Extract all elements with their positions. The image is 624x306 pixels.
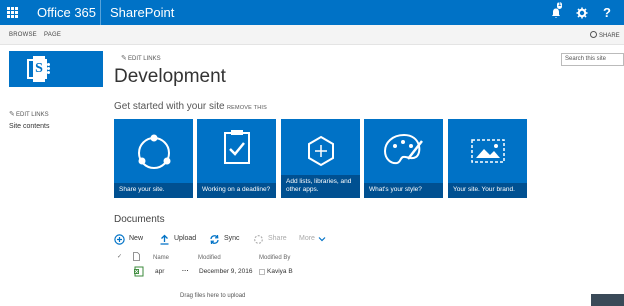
document-name-link[interactable]: apr	[155, 268, 164, 276]
suite-bar: Office 365 SharePoint 1 ?	[0, 0, 624, 25]
corner-overlay	[591, 294, 624, 306]
office365-brand[interactable]: Office 365	[37, 5, 96, 20]
tile-deadline[interactable]: Working on a deadline?	[197, 119, 276, 198]
more-label: More	[299, 235, 315, 242]
notification-badge: 1	[557, 2, 563, 9]
help-icon[interactable]: ?	[594, 0, 620, 25]
tile-add-apps[interactable]: Add lists, libraries, and other apps.	[281, 119, 360, 198]
plus-circle-icon	[114, 233, 125, 245]
modified-by-user[interactable]: Kaviya B	[267, 268, 293, 276]
sharepoint-logo-letter: S	[33, 56, 45, 82]
logo-dots	[47, 62, 53, 76]
column-header-name[interactable]: Name	[153, 254, 169, 262]
share-button[interactable]: SHARE	[590, 31, 620, 40]
ribbon-bar: BROWSE PAGE SHARE	[0, 25, 624, 45]
tile-brand[interactable]: Your site. Your brand.	[448, 119, 527, 198]
file-type-header-icon	[133, 252, 140, 264]
new-document-button[interactable]: New	[114, 233, 143, 245]
pencil-icon: ✎	[9, 111, 15, 118]
share-icon	[590, 31, 597, 38]
excel-file-icon	[134, 266, 144, 280]
left-nav-edit-links-label: EDIT LINKS	[16, 112, 49, 118]
tile-caption: Share your site.	[114, 183, 193, 198]
remove-this-link[interactable]: REMOVE THIS	[227, 105, 267, 112]
suite-bar-divider	[100, 0, 101, 25]
upload-label: Upload	[174, 235, 197, 242]
sidebar-item-site-contents[interactable]: Site contents	[9, 122, 49, 131]
modified-date: December 9, 2016	[199, 268, 253, 275]
drag-upload-hint: Drag files here to upload	[180, 293, 246, 299]
app-launcher-icon[interactable]	[0, 0, 24, 25]
sync-icon	[210, 234, 219, 244]
top-nav-edit-links[interactable]: ✎EDIT LINKS	[121, 55, 161, 63]
ellipsis-menu-icon[interactable]: ...	[182, 266, 189, 274]
tab-browse[interactable]: BROWSE	[9, 32, 37, 39]
search-input[interactable]: Search this site	[561, 53, 624, 66]
presence-indicator	[259, 269, 265, 278]
documents-title[interactable]: Documents	[114, 214, 165, 226]
share-document-button[interactable]: Share	[253, 233, 287, 245]
tile-caption: What's your style?	[364, 183, 443, 198]
bell-icon[interactable]: 1	[543, 0, 569, 25]
column-header-modified-by[interactable]: Modified By	[259, 254, 290, 262]
pencil-icon: ✎	[121, 55, 127, 62]
share-label: Share	[268, 235, 287, 242]
sync-label: Sync	[224, 235, 240, 242]
gear-icon[interactable]	[569, 0, 595, 25]
upload-icon	[160, 234, 169, 245]
top-nav-edit-links-label: EDIT LINKS	[128, 56, 161, 62]
share-icon	[254, 234, 263, 244]
tab-page[interactable]: PAGE	[44, 32, 61, 39]
tile-caption: Your site. Your brand.	[448, 183, 527, 198]
chevron-down-icon	[318, 237, 326, 242]
more-button[interactable]: More	[299, 233, 326, 245]
get-started-heading: Get started with your site	[114, 101, 225, 112]
sharepoint-app-name[interactable]: SharePoint	[110, 5, 174, 20]
page-title: Development	[114, 66, 226, 87]
tile-caption: Working on a deadline?	[197, 183, 276, 198]
share-label: SHARE	[599, 33, 620, 39]
select-all-check-icon[interactable]: ✓	[117, 253, 122, 261]
tile-share-site[interactable]: Share your site.	[114, 119, 193, 198]
left-nav-edit-links[interactable]: ✎EDIT LINKS	[9, 111, 49, 119]
column-header-modified[interactable]: Modified	[198, 254, 221, 262]
upload-button[interactable]: Upload	[159, 233, 196, 245]
new-label: New	[129, 235, 144, 242]
tile-style[interactable]: What's your style?	[364, 119, 443, 198]
site-logo[interactable]: S	[9, 51, 103, 87]
sync-button[interactable]: Sync	[209, 233, 240, 245]
tile-caption: Add lists, libraries, and other apps.	[281, 175, 360, 198]
